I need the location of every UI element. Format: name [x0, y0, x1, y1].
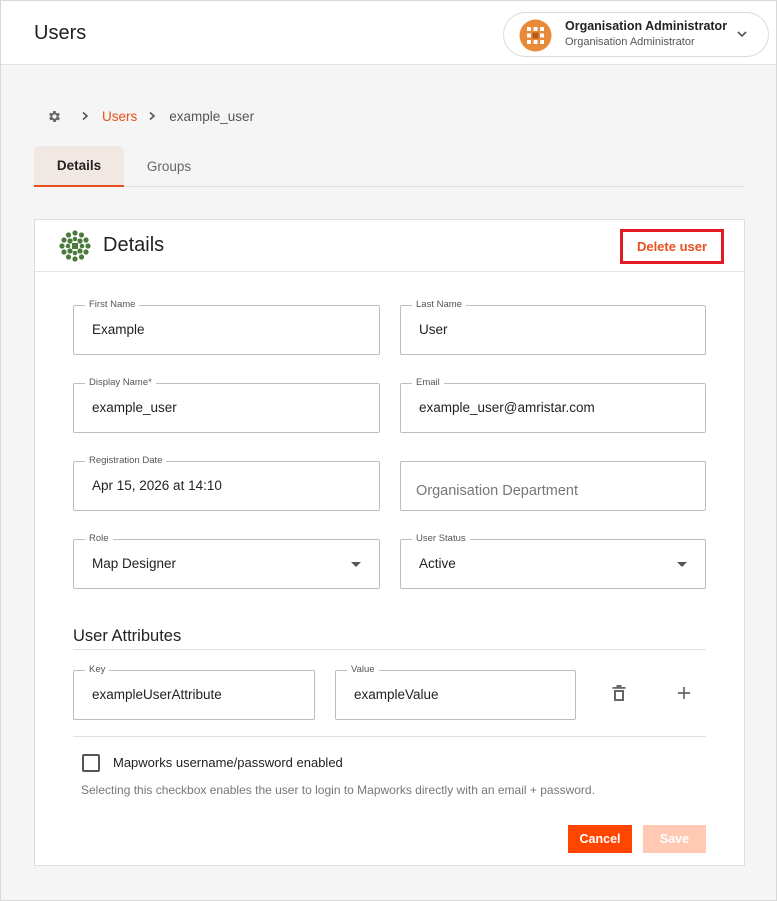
gear-icon[interactable]	[47, 109, 62, 124]
dropdown-arrow-icon[interactable]	[677, 562, 687, 567]
plus-icon	[678, 687, 690, 699]
email-label: Email	[412, 376, 444, 390]
top-bar: Users Organisation Administrator Organis…	[1, 1, 776, 65]
cancel-button[interactable]: Cancel	[568, 825, 632, 853]
first-name-label: First Name	[85, 298, 140, 312]
page-title: Users	[34, 22, 87, 44]
attribute-key-field[interactable]: Key exampleUserAttribute	[73, 663, 315, 720]
last-name-field[interactable]: Last Name User	[400, 298, 706, 355]
divider	[73, 736, 706, 737]
tab-details[interactable]: Details	[34, 146, 124, 187]
mapworks-login-checkbox[interactable]	[82, 754, 100, 772]
user-role: Organisation Administrator	[565, 36, 695, 48]
first-name-field[interactable]: First Name Example	[73, 298, 380, 355]
last-name-label: Last Name	[412, 298, 466, 312]
user-name: Organisation Administrator	[565, 19, 728, 33]
divider	[73, 649, 706, 650]
tab-groups[interactable]: Groups	[124, 146, 214, 186]
user-menu[interactable]: Organisation Administrator Organisation …	[503, 12, 769, 57]
card-title: Details	[103, 234, 165, 256]
display-name-label: Display Name*	[85, 376, 156, 390]
role-label: Role	[85, 532, 113, 546]
mapworks-login-label[interactable]: Mapworks username/password enabled	[113, 755, 343, 770]
breadcrumb-current: example_user	[169, 108, 255, 124]
last-name-value: User	[419, 322, 448, 337]
tab-bar: Details Groups	[34, 146, 745, 187]
email-field[interactable]: Email example_user@amristar.com	[400, 376, 706, 433]
display-name-value: example_user	[92, 400, 177, 415]
attribute-value-field[interactable]: Value exampleValue	[335, 663, 576, 720]
attribute-value-label: Value	[347, 663, 379, 677]
user-status-value: Active	[419, 556, 456, 571]
details-logo-icon	[59, 230, 91, 262]
registration-date-field[interactable]: Registration Date Apr 15, 2026 at 14:10	[73, 454, 380, 511]
dropdown-arrow-icon[interactable]	[351, 562, 361, 567]
email-value: example_user@amristar.com	[419, 400, 595, 415]
first-name-value: Example	[92, 322, 145, 337]
delete-attribute-button[interactable]	[607, 681, 631, 705]
organisation-department-placeholder: Organisation Department	[416, 483, 578, 499]
chevron-right-icon	[149, 111, 156, 121]
attribute-key-value: exampleUserAttribute	[92, 687, 222, 702]
registration-date-value: Apr 15, 2026 at 14:10	[92, 478, 222, 493]
trash-icon	[612, 684, 626, 701]
mapworks-help-text: Selecting this checkbox enables the user…	[81, 783, 595, 797]
user-attributes-title: User Attributes	[73, 627, 182, 645]
attribute-value-value: exampleValue	[354, 687, 439, 702]
delete-user-button[interactable]: Delete user	[620, 229, 724, 264]
organisation-avatar-icon	[519, 19, 552, 52]
role-value: Map Designer	[92, 556, 177, 571]
registration-date-label: Registration Date	[85, 454, 167, 468]
attribute-key-label: Key	[85, 663, 110, 677]
add-attribute-button[interactable]	[672, 681, 696, 705]
chevron-down-icon[interactable]	[736, 28, 748, 40]
role-select[interactable]: Role Map Designer	[73, 532, 380, 589]
card-header: Details Delete user	[35, 220, 744, 272]
user-status-label: User Status	[412, 532, 470, 546]
display-name-field[interactable]: Display Name* example_user	[73, 376, 380, 433]
organisation-department-field[interactable]: Organisation Department	[400, 461, 706, 511]
save-button[interactable]: Save	[643, 825, 706, 853]
user-status-select[interactable]: User Status Active	[400, 532, 706, 589]
breadcrumb-users-link[interactable]: Users	[102, 109, 137, 124]
chevron-right-icon	[82, 111, 89, 121]
breadcrumb: Users example_user	[47, 107, 254, 125]
